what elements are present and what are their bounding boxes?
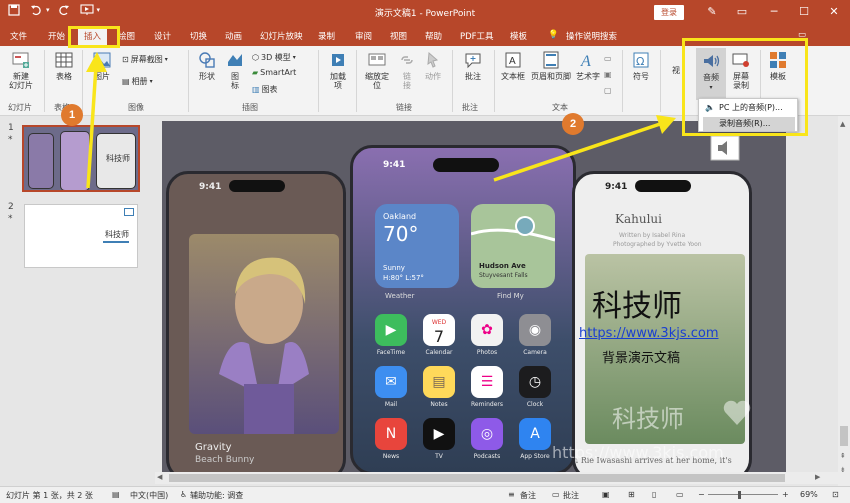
arrow-2 [493,115,676,182]
annotation-arrows [86,52,676,189]
arrow-1 [86,52,107,189]
step-badge-2: 2 [562,113,584,135]
step-badge-1: 1 [61,104,83,126]
